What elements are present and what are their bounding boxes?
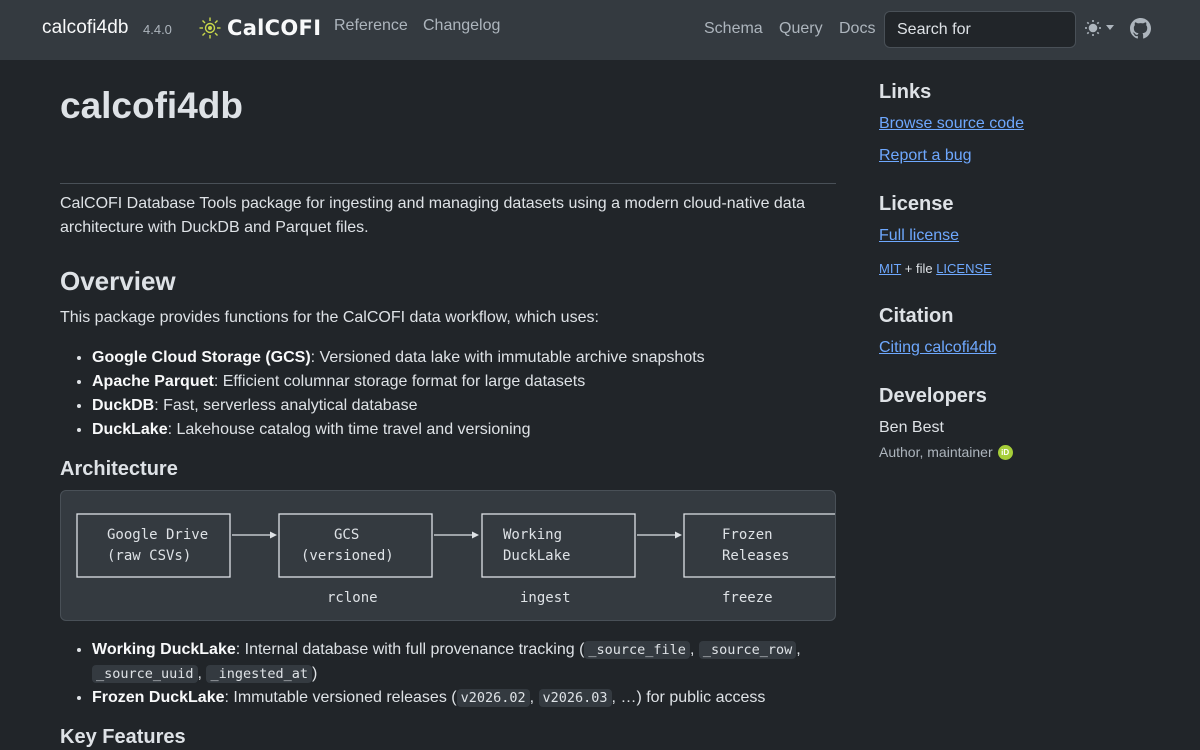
report-bug-link[interactable]: Report a bug [879,147,972,165]
list-item: Google Cloud Storage (GCS): Versioned da… [92,346,705,370]
diagram-step-freeze: freeze [722,590,773,606]
list-item-desc: : Efficient columnar storage format for … [213,373,586,390]
list-item: Frozen DuckLake: Immutable versioned rel… [92,686,836,710]
top-navbar: calcofi4db 4.4.0 CalCOFI Reference Chang… [0,0,1200,60]
list-separator: , [529,689,539,706]
citing-link[interactable]: Citing calcofi4db [879,339,996,357]
code-ingested-at: _ingested_at [206,665,312,683]
developer-role: Author, maintainer iD [879,444,1013,460]
diagram-box2-line2: (versioned) [301,548,394,564]
key-features-heading: Key Features [60,726,186,748]
diagram-box-working [481,513,636,578]
overview-lead: This package provides functions for the … [60,309,599,326]
diagram-box-gcs [278,513,433,578]
list-item-term: DuckLake [92,421,168,438]
diagram-box1-line1: Google Drive [107,527,208,543]
license-detail: MIT + file LICENSE [879,261,992,276]
calcofi-sun-icon [199,17,221,39]
diagram-box-google-drive [76,513,231,578]
logo-text: CalCOFI [227,16,322,40]
code-source-uuid: _source_uuid [92,665,198,683]
theme-toggle-icon [1085,20,1101,36]
page-title: calcofi4db [60,85,243,126]
license-file-link[interactable]: LICENSE [936,261,992,276]
list-item: Apache Parquet: Efficient columnar stora… [92,370,705,394]
list-item-desc: : Fast, serverless analytical database [154,397,418,414]
list-item-desc: : Versioned data lake with immutable arc… [310,349,705,366]
developers-heading: Developers [879,385,987,407]
mit-link[interactable]: MIT [879,261,901,276]
links-heading: Links [879,81,932,103]
list-item-term: Frozen DuckLake [92,689,225,706]
list-item-desc: , …) for public access [611,689,766,706]
architecture-diagram: Google Drive (raw CSVs) GCS (versioned) … [76,513,835,606]
diagram-box2-line1: GCS [334,527,359,543]
github-icon[interactable] [1130,18,1151,39]
diagram-box3-line1: Working [503,527,562,543]
diagram-box-frozen [683,513,835,578]
list-item-term: Working DuckLake [92,641,236,658]
architecture-heading: Architecture [60,458,178,480]
architecture-list: Working DuckLake: Internal database with… [92,638,836,710]
developer-role-text: Author, maintainer [879,444,993,460]
theme-toggle-button[interactable] [1084,19,1114,37]
license-heading: License [879,193,954,215]
browse-source-link[interactable]: Browse source code [879,115,1024,133]
intro-paragraph: CalCOFI Database Tools package for inges… [60,195,806,236]
nav-query-link[interactable]: Query [779,20,823,38]
nav-docs-link[interactable]: Docs [839,20,875,38]
orcid-icon[interactable]: iD [997,444,1013,460]
nav-changelog-link[interactable]: Changelog [423,17,500,35]
list-item-term: Google Cloud Storage (GCS) [92,349,311,366]
diagram-step-ingest: ingest [520,590,571,606]
list-item: Working DuckLake: Internal database with… [92,638,836,686]
title-divider [60,183,836,184]
search-input[interactable] [884,11,1076,48]
diagram-box4-line1: Frozen [722,527,773,543]
code-version-2026-03: v2026.03 [538,689,612,707]
developer-name: Ben Best [879,419,944,436]
code-source-file: _source_file [584,641,690,659]
list-separator: , [796,641,801,658]
version-badge: 4.4.0 [143,22,172,37]
list-item-term: DuckDB [92,397,155,414]
list-item: DuckDB: Fast, serverless analytical data… [92,394,705,418]
list-item-desc: ) [311,665,318,682]
diagram-step-rclone: rclone [327,590,378,606]
calcofi-logo[interactable]: CalCOFI [199,16,321,40]
brand-link[interactable]: calcofi4db [42,17,129,39]
nav-schema-link[interactable]: Schema [704,20,763,38]
citation-heading: Citation [879,305,954,327]
diagram-box1-line2: (raw CSVs) [107,548,191,564]
architecture-code-block: Google Drive (raw CSVs) GCS (versioned) … [60,490,836,621]
code-source-row: _source_row [698,641,797,659]
overview-list: Google Cloud Storage (GCS): Versioned da… [92,346,705,442]
diagram-box3-line2: DuckLake [503,548,570,564]
list-separator: , [689,641,699,658]
full-license-link[interactable]: Full license [879,227,959,245]
list-item-desc: : Internal database with full provenance… [235,641,585,658]
list-item: DuckLake: Lakehouse catalog with time tr… [92,418,705,442]
caret-down-icon [1106,25,1114,30]
list-item-desc: : Lakehouse catalog with time travel and… [167,421,531,438]
diagram-box4-line2: Releases [722,548,789,564]
license-file-text: + file [901,261,937,276]
code-version-2026-02: v2026.02 [456,689,530,707]
nav-reference-link[interactable]: Reference [334,17,408,35]
list-item-term: Apache Parquet [92,373,214,390]
list-item-desc: : Immutable versioned releases ( [224,689,457,706]
overview-heading: Overview [60,266,176,296]
